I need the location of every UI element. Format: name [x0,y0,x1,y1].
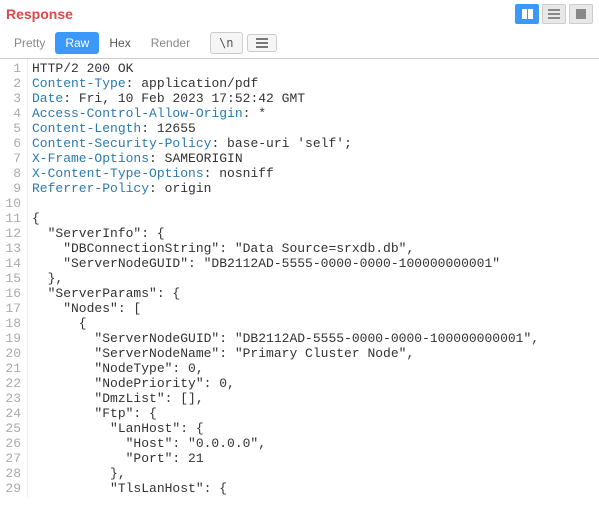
menu-button[interactable] [247,34,277,52]
line-number: 16 [2,286,21,301]
view-full-button[interactable] [569,4,593,24]
code-content[interactable]: HTTP/2 200 OKContent-Type: application/p… [28,59,599,498]
tab-pretty[interactable]: Pretty [4,32,55,54]
code-line: "Ftp": { [32,406,595,421]
code-line: "ServerInfo": { [32,226,595,241]
line-number: 13 [2,241,21,256]
line-number: 12 [2,226,21,241]
view-split-button[interactable] [515,4,539,24]
code-line: "ServerNodeGUID": "DB2112AD-5555-0000-00… [32,331,595,346]
code-line: X-Content-Type-Options: nosniff [32,166,595,181]
line-number: 21 [2,361,21,376]
code-line: "NodeType": 0, [32,361,595,376]
code-line: "Port": 21 [32,451,595,466]
line-number: 4 [2,106,21,121]
line-number: 5 [2,121,21,136]
view-mode-buttons [515,4,593,24]
line-number: 11 [2,211,21,226]
code-line [32,196,595,211]
line-number: 2 [2,76,21,91]
tab-render[interactable]: Render [141,32,200,54]
code-line: "TlsLanHost": { [32,481,595,496]
line-number: 3 [2,91,21,106]
code-line: "DmzList": [], [32,391,595,406]
line-number: 22 [2,376,21,391]
code-line: Content-Length: 12655 [32,121,595,136]
code-line: "DBConnectionString": "Data Source=srxdb… [32,241,595,256]
code-line: "Host": "0.0.0.0", [32,436,595,451]
tab-hex[interactable]: Hex [99,32,140,54]
code-line: Referrer-Policy: origin [32,181,595,196]
line-number: 14 [2,256,21,271]
line-number: 7 [2,151,21,166]
code-line: X-Frame-Options: SAMEORIGIN [32,151,595,166]
line-number: 26 [2,436,21,451]
line-number: 24 [2,406,21,421]
code-line: "NodePriority": 0, [32,376,595,391]
line-number: 18 [2,316,21,331]
line-number: 25 [2,421,21,436]
line-number: 15 [2,271,21,286]
code-line: }, [32,271,595,286]
line-number: 28 [2,466,21,481]
newline-toggle-button[interactable]: \n [210,32,242,54]
code-line: Date: Fri, 10 Feb 2023 17:52:42 GMT [32,91,595,106]
line-number: 8 [2,166,21,181]
code-line: "LanHost": { [32,421,595,436]
code-line: Content-Type: application/pdf [32,76,595,91]
code-line: Access-Control-Allow-Origin: * [32,106,595,121]
code-line: "ServerNodeName": "Primary Cluster Node"… [32,346,595,361]
code-line: "Nodes": [ [32,301,595,316]
code-viewer: 1234567891011121314151617181920212223242… [0,59,599,498]
code-line: }, [32,466,595,481]
view-list-button[interactable] [542,4,566,24]
toolbar: Pretty Raw Hex Render \n [0,32,599,59]
code-line: HTTP/2 200 OK [32,61,595,76]
line-number: 29 [2,481,21,496]
tab-raw[interactable]: Raw [55,32,99,54]
line-number: 10 [2,196,21,211]
code-line: { [32,211,595,226]
line-number: 17 [2,301,21,316]
line-number: 23 [2,391,21,406]
line-number: 1 [2,61,21,76]
line-number: 20 [2,346,21,361]
line-number: 27 [2,451,21,466]
line-gutter: 1234567891011121314151617181920212223242… [0,59,28,498]
line-number: 9 [2,181,21,196]
line-number: 6 [2,136,21,151]
code-line: { [32,316,595,331]
code-line: Content-Security-Policy: base-uri 'self'… [32,136,595,151]
code-line: "ServerParams": { [32,286,595,301]
code-line: "ServerNodeGUID": "DB2112AD-5555-0000-00… [32,256,595,271]
panel-title: Response [6,6,73,22]
line-number: 19 [2,331,21,346]
